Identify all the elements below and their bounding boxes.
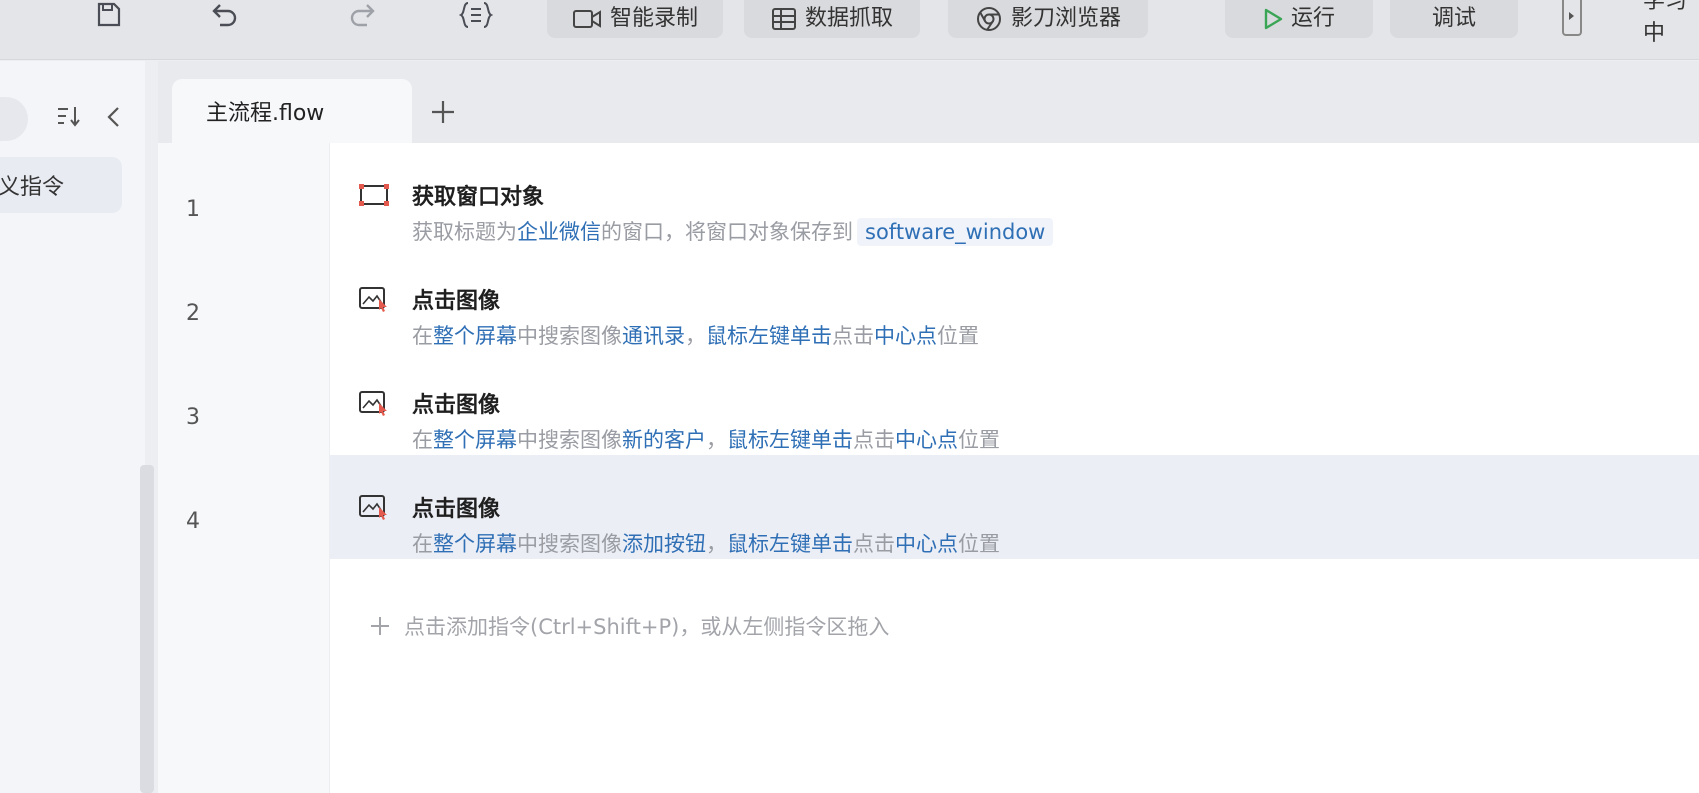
undo-icon[interactable] — [205, 0, 245, 30]
collapse-chevron-icon[interactable] — [104, 105, 124, 129]
step-desc-text: ， — [706, 428, 727, 452]
top-toolbar: 智能录制 数据抓取 影刀浏览器 运行 调试 学习中 — [0, 0, 1699, 60]
run-button[interactable]: 运行 — [1225, 0, 1373, 38]
add-command-hint-text: 点击添加指令(Ctrl+Shift+P)，或从左侧指令区拖入 — [404, 615, 890, 639]
click-image-icon — [358, 285, 390, 313]
click-image-icon — [358, 389, 390, 417]
step-desc-param[interactable]: 中心点 — [895, 428, 958, 452]
line-number: 1 — [186, 197, 200, 222]
code-braces-icon[interactable] — [456, 0, 496, 30]
step-desc-text: ， — [706, 532, 727, 556]
sidebar-scrollbar[interactable] — [140, 465, 154, 793]
step-desc-text: 的窗口，将窗口对象保存到 — [601, 220, 853, 244]
data-scrape-label: 数据抓取 — [804, 6, 893, 31]
window-object-icon — [358, 181, 390, 209]
step-desc-param[interactable]: 添加按钮 — [622, 532, 706, 556]
tab-label: 主流程.flow — [206, 101, 325, 126]
step-desc-text: 点击 — [853, 532, 895, 556]
sort-icon[interactable] — [56, 103, 82, 129]
flow-step-selected[interactable]: 点击图像 在整个屏幕中搜索图像添加按钮，鼠标左键单击点击中心点位置 — [330, 455, 1699, 559]
table-icon — [771, 8, 796, 30]
step-desc-text: 获取标题为 — [412, 220, 517, 244]
plus-icon — [370, 616, 390, 636]
step-desc-param[interactable]: 整个屏幕 — [433, 532, 517, 556]
learn-link[interactable]: 学习中 — [1643, 0, 1699, 46]
step-description: 在整个屏幕中搜索图像通讯录，鼠标左键单击点击中心点位置 — [412, 320, 979, 350]
step-desc-param[interactable]: 中心点 — [874, 324, 937, 348]
video-camera-icon — [572, 10, 601, 28]
step-desc-param[interactable]: 整个屏幕 — [433, 428, 517, 452]
step-desc-text: 在 — [412, 428, 433, 452]
flow-step[interactable]: 点击图像 在整个屏幕中搜索图像通讯录，鼠标左键单击点击中心点位置 — [330, 247, 1699, 351]
step-desc-param[interactable]: 新的客户 — [622, 428, 706, 452]
add-tab-icon[interactable] — [426, 95, 460, 129]
step-desc-param[interactable]: 整个屏幕 — [433, 324, 517, 348]
flow-step[interactable]: 点击图像 在整个屏幕中搜索图像新的客户，鼠标左键单击点击中心点位置 — [330, 351, 1699, 455]
step-desc-param[interactable]: 通讯录 — [622, 324, 685, 348]
run-label: 运行 — [1290, 6, 1335, 31]
output-variable[interactable]: software_window — [857, 218, 1054, 246]
step-description: 在整个屏幕中搜索图像添加按钮，鼠标左键单击点击中心点位置 — [412, 528, 1000, 558]
redo-icon[interactable] — [342, 0, 382, 30]
line-number-gutter: 1 2 3 4 — [158, 143, 330, 793]
step-desc-text: 点击 — [853, 428, 895, 452]
step-desc-param[interactable]: 企业微信 — [517, 220, 601, 244]
step-desc-text: 在 — [412, 324, 433, 348]
step-desc-text: 中搜索图像 — [517, 324, 622, 348]
browser-button[interactable]: 影刀浏览器 — [948, 0, 1148, 38]
click-image-icon — [358, 493, 390, 521]
save-icon[interactable] — [88, 0, 128, 30]
add-command-hint[interactable]: 点击添加指令(Ctrl+Shift+P)，或从左侧指令区拖入 — [370, 611, 889, 641]
step-desc-text: 位置 — [958, 532, 1000, 556]
browser-icon — [976, 7, 1001, 31]
step-desc-text: 中搜索图像 — [517, 428, 622, 452]
smart-record-button[interactable]: 智能录制 — [547, 0, 723, 38]
step-desc-text: 中搜索图像 — [517, 532, 622, 556]
step-desc-text: ， — [685, 324, 706, 348]
step-title: 点击图像 — [412, 393, 501, 418]
line-number: 2 — [186, 301, 200, 326]
browser-label: 影刀浏览器 — [1010, 6, 1121, 31]
line-number: 4 — [186, 509, 200, 534]
step-desc-param[interactable]: 中心点 — [895, 532, 958, 556]
step-desc-param[interactable]: 鼠标左键单击 — [727, 428, 853, 452]
step-title: 获取窗口对象 — [412, 185, 545, 210]
step-desc-text: 位置 — [958, 428, 1000, 452]
step-description: 在整个屏幕中搜索图像新的客户，鼠标左键单击点击中心点位置 — [412, 424, 1000, 454]
sidebar-item-label: 义指令 — [0, 175, 65, 200]
tab-bar: 主流程.flow — [158, 61, 1699, 143]
step-desc-param[interactable]: 鼠标左键单击 — [727, 532, 853, 556]
debug-label: 调试 — [1431, 6, 1476, 31]
left-sidebar: 义指令 — [0, 61, 145, 793]
step-desc-text: 位置 — [937, 324, 979, 348]
step-title: 点击图像 — [412, 289, 501, 314]
step-desc-text: 在 — [412, 532, 433, 556]
play-icon — [1264, 8, 1283, 30]
tab-main-flow[interactable]: 主流程.flow — [172, 79, 412, 143]
step-desc-text: 点击 — [832, 324, 874, 348]
flow-step[interactable]: 获取窗口对象 获取标题为企业微信的窗口，将窗口对象保存到 software_win… — [330, 143, 1699, 247]
step-description: 获取标题为企业微信的窗口，将窗口对象保存到 software_window — [412, 216, 1054, 246]
step-title: 点击图像 — [412, 497, 501, 522]
flow-editor: 获取窗口对象 获取标题为企业微信的窗口，将窗口对象保存到 software_win… — [330, 143, 1699, 793]
more-toggle-icon[interactable] — [1562, 0, 1582, 36]
line-number: 3 — [186, 405, 200, 430]
debug-button[interactable]: 调试 — [1390, 0, 1518, 38]
smart-record-label: 智能录制 — [609, 6, 698, 31]
sidebar-search-pill[interactable] — [0, 97, 28, 141]
data-scrape-button[interactable]: 数据抓取 — [744, 0, 920, 38]
step-desc-param[interactable]: 鼠标左键单击 — [706, 324, 832, 348]
sidebar-item-custom-commands[interactable]: 义指令 — [0, 157, 122, 213]
